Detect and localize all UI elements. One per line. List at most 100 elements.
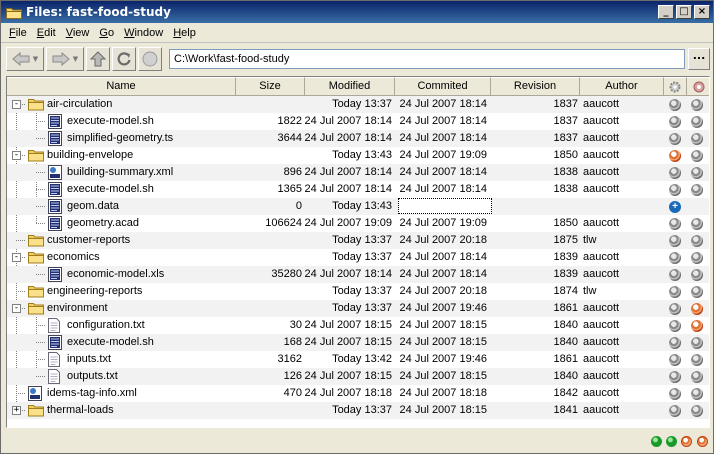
column-header-author[interactable]: Author	[580, 77, 664, 96]
item-name[interactable]: execute-model.sh	[67, 113, 154, 130]
local-status-icon[interactable]	[669, 405, 681, 417]
status-indicator-icon[interactable]	[651, 436, 662, 447]
remote-status-icon[interactable]	[691, 184, 703, 196]
file-row[interactable]: economic-model.xls 35280 24 Jul 2007 18:14…	[7, 266, 709, 283]
collapse-toggle[interactable]: -	[12, 100, 21, 109]
local-status-icon[interactable]	[669, 371, 681, 383]
column-header-name[interactable]: Name	[7, 77, 236, 96]
local-status-icon[interactable]	[669, 303, 681, 315]
file-row[interactable]: inputs.txt 3162 Today 13:42 24 Jul 2007 19:…	[7, 351, 709, 368]
minimize-button[interactable]: _	[658, 5, 674, 19]
item-name[interactable]: geom.data	[67, 198, 119, 215]
file-row[interactable]: outputs.txt 126 24 Jul 2007 18:15 24 Jul 20…	[7, 368, 709, 385]
file-row[interactable]: execute-model.sh 1365 24 Jul 2007 18:14 24 …	[7, 181, 709, 198]
item-name[interactable]: air-circulation	[47, 96, 112, 113]
folder-row[interactable]: - air-circulation Today 13:37 24 Jul 2007 1…	[7, 96, 709, 113]
remote-status-icon[interactable]	[691, 252, 703, 264]
local-status-icon[interactable]	[669, 252, 681, 264]
folder-row[interactable]: - building-envelope Today 13:43 24 Jul 2007…	[7, 147, 709, 164]
folder-row[interactable]: customer-reports Today 13:37 24 Jul 2007 2…	[7, 232, 709, 249]
menu-view[interactable]: View	[61, 27, 95, 39]
item-name[interactable]: customer-reports	[47, 232, 130, 249]
refresh-button[interactable]	[112, 47, 136, 71]
back-button[interactable]: ▼	[6, 47, 44, 71]
column-header-remote-status[interactable]	[687, 77, 709, 96]
item-name[interactable]: engineering-reports	[47, 283, 142, 300]
item-name[interactable]: environment	[47, 300, 108, 317]
local-status-icon[interactable]	[669, 354, 681, 366]
local-status-icon[interactable]	[669, 235, 681, 247]
committed-edit-field[interactable]	[398, 198, 492, 214]
folder-row[interactable]: engineering-reports Today 13:37 24 Jul 200…	[7, 283, 709, 300]
item-name[interactable]: building-summary.xml	[67, 164, 173, 181]
column-header-committed[interactable]: Commited	[395, 77, 491, 96]
collapse-toggle[interactable]: -	[12, 304, 21, 313]
local-status-icon[interactable]	[669, 167, 681, 179]
up-folder-button[interactable]	[86, 47, 110, 71]
menu-go[interactable]: Go	[94, 27, 119, 39]
local-status-icon[interactable]	[669, 337, 681, 349]
remote-status-icon[interactable]	[691, 218, 703, 230]
file-row[interactable]: simplified-geometry.ts 3644 24 Jul 2007 18…	[7, 130, 709, 147]
remote-status-icon[interactable]	[691, 371, 703, 383]
item-name[interactable]: outputs.txt	[67, 368, 118, 385]
local-status-icon[interactable]	[669, 184, 681, 196]
item-name[interactable]: geometry.acad	[67, 215, 139, 232]
item-name[interactable]: execute-model.sh	[67, 334, 154, 351]
remote-status-icon[interactable]	[691, 354, 703, 366]
remote-status-icon[interactable]	[691, 303, 703, 315]
remote-status-icon[interactable]	[691, 167, 703, 179]
status-indicator-icon[interactable]	[666, 436, 677, 447]
local-status-icon[interactable]	[669, 286, 681, 298]
menu-file[interactable]: File	[4, 27, 32, 39]
column-header-modified[interactable]: Modified	[305, 77, 395, 96]
stop-button[interactable]	[138, 47, 162, 71]
status-indicator-icon[interactable]	[681, 436, 692, 447]
forward-button[interactable]: ▼	[46, 47, 84, 71]
item-name[interactable]: building-envelope	[47, 147, 133, 164]
file-row[interactable]: building-summary.xml 896 24 Jul 2007 18:14…	[7, 164, 709, 181]
browse-button[interactable]: ...	[688, 48, 710, 70]
file-row[interactable]: execute-model.sh 1822 24 Jul 2007 18:14 24 …	[7, 113, 709, 130]
item-name[interactable]: execute-model.sh	[67, 181, 154, 198]
item-name[interactable]: economics	[47, 249, 100, 266]
remote-status-icon[interactable]	[691, 150, 703, 162]
local-status-icon[interactable]	[669, 133, 681, 145]
item-name[interactable]: simplified-geometry.ts	[67, 130, 173, 147]
file-row[interactable]: idems-tag-info.xml 470 24 Jul 2007 18:18 24…	[7, 385, 709, 402]
column-header-local-status[interactable]	[664, 77, 687, 96]
expand-toggle[interactable]: +	[12, 406, 21, 415]
local-status-icon[interactable]	[669, 269, 681, 281]
menu-window[interactable]: Window	[119, 27, 168, 39]
local-status-icon[interactable]	[669, 116, 681, 128]
folder-row[interactable]: - environment Today 13:37 24 Jul 2007 19:46…	[7, 300, 709, 317]
collapse-toggle[interactable]: -	[12, 151, 21, 160]
maximize-button[interactable]: □	[676, 5, 692, 19]
path-input[interactable]: C:\Work\fast-food-study	[169, 49, 685, 69]
local-status-icon[interactable]	[669, 99, 681, 111]
remote-status-icon[interactable]	[691, 133, 703, 145]
local-status-icon[interactable]	[669, 150, 681, 162]
folder-row[interactable]: - economics Today 13:37 24 Jul 2007 18:14 18…	[7, 249, 709, 266]
item-name[interactable]: inputs.txt	[67, 351, 111, 368]
title-bar[interactable]: Files: fast-food-study _ □ ×	[1, 1, 713, 23]
file-row[interactable]: configuration.txt 30 24 Jul 2007 18:15 24 J…	[7, 317, 709, 334]
add-status-icon[interactable]: +	[669, 201, 681, 213]
file-row[interactable]: geom.data 0 Today 13:43 +	[7, 198, 709, 215]
menu-edit[interactable]: Edit	[32, 27, 61, 39]
item-name[interactable]: idems-tag-info.xml	[47, 385, 137, 402]
remote-status-icon[interactable]	[691, 337, 703, 349]
menu-help[interactable]: Help	[168, 27, 201, 39]
column-header-revision[interactable]: Revision	[491, 77, 580, 96]
status-indicator-icon[interactable]	[697, 436, 708, 447]
remote-status-icon[interactable]	[691, 286, 703, 298]
file-row[interactable]: execute-model.sh 168 24 Jul 2007 18:15 24 J…	[7, 334, 709, 351]
remote-status-icon[interactable]	[691, 235, 703, 247]
folder-row[interactable]: + thermal-loads Today 13:37 24 Jul 2007 18:…	[7, 402, 709, 419]
item-name[interactable]: economic-model.xls	[67, 266, 164, 283]
remote-status-icon[interactable]	[691, 99, 703, 111]
remote-status-icon[interactable]	[691, 388, 703, 400]
local-status-icon[interactable]	[669, 218, 681, 230]
close-button[interactable]: ×	[694, 5, 710, 19]
remote-status-icon[interactable]	[691, 269, 703, 281]
